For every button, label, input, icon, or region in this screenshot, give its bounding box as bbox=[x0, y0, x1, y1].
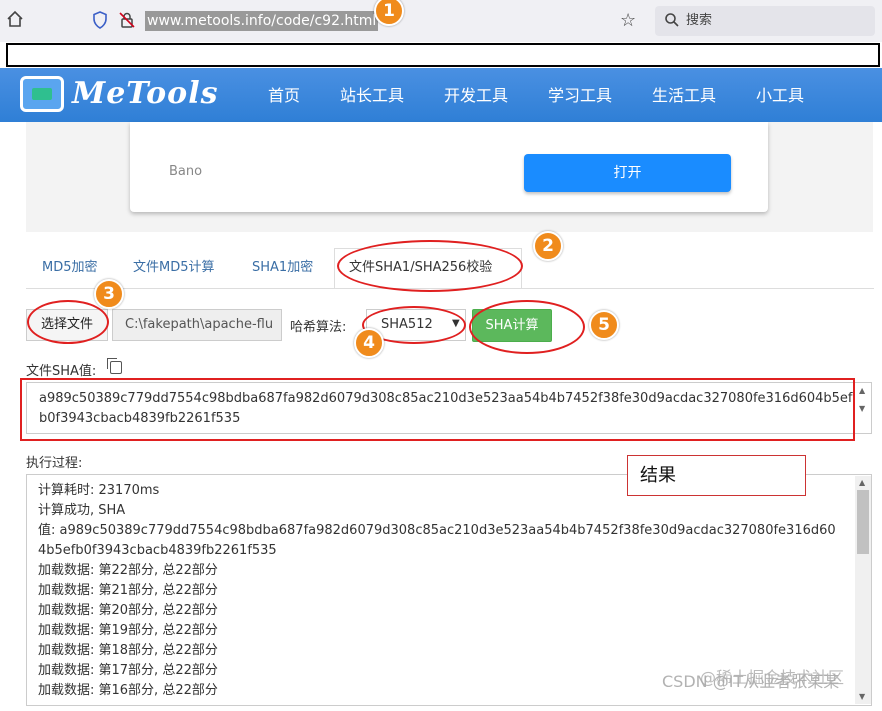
search-placeholder: 搜索 bbox=[686, 13, 713, 28]
sha-scroll-up-arrow-icon[interactable]: ▲ bbox=[859, 386, 865, 395]
log-line: 加载数据: 第20部分, 总22部分 bbox=[38, 603, 218, 618]
log-line: 加载数据: 第19部分, 总22部分 bbox=[38, 623, 218, 638]
annotation-badge: 4 bbox=[354, 328, 384, 358]
annotation-oval-compute bbox=[469, 300, 585, 354]
annotation-oval-tab bbox=[337, 240, 523, 292]
log-scrollbar-thumb[interactable] bbox=[857, 490, 869, 554]
ad-brand: Bano bbox=[169, 164, 203, 179]
ad-open-button[interactable]: 打开 bbox=[524, 154, 731, 192]
annotation-result-label: 结果 bbox=[627, 455, 806, 496]
home-icon[interactable] bbox=[6, 10, 26, 30]
annotation-badge: 2 bbox=[533, 231, 563, 261]
watermark: CSDN @IT从业者张某某 bbox=[662, 672, 840, 691]
nav-item-small-tools[interactable]: 小工具 bbox=[756, 86, 804, 106]
log-line: 加载数据: 第21部分, 总22部分 bbox=[38, 583, 218, 598]
copy-icon[interactable] bbox=[110, 361, 122, 374]
nav-item-study-tools[interactable]: 学习工具 bbox=[548, 86, 612, 106]
nav-item-dev-tools[interactable]: 开发工具 bbox=[444, 86, 508, 106]
nav-item-life-tools[interactable]: 生活工具 bbox=[652, 86, 716, 106]
scroll-up-arrow-icon[interactable]: ▲ bbox=[859, 478, 865, 487]
sha-scroll-down-arrow-icon[interactable]: ▼ bbox=[859, 404, 865, 413]
tab-file-md5[interactable]: 文件MD5计算 bbox=[133, 258, 215, 278]
annotation-badge: 5 bbox=[589, 310, 619, 340]
permission-blocked-icon[interactable] bbox=[118, 11, 136, 33]
shield-icon[interactable] bbox=[92, 11, 108, 33]
search-icon bbox=[664, 12, 680, 32]
tab-md5-encrypt[interactable]: MD5加密 bbox=[42, 258, 98, 278]
annotation-rect-sha bbox=[20, 378, 855, 441]
banner-frame bbox=[6, 43, 880, 67]
file-path-field: C:\fakepath\apache-flu bbox=[112, 309, 282, 341]
tab-sha1-encrypt[interactable]: SHA1加密 bbox=[252, 258, 313, 278]
sha-value-label: 文件SHA值: bbox=[26, 364, 97, 379]
logo-inner-mark bbox=[32, 88, 52, 100]
logo-text[interactable]: MeTools bbox=[72, 76, 218, 112]
annotation-oval-choose bbox=[27, 300, 109, 344]
log-line: 值: a989c50389c779dd7554c98bdba687fa982d6… bbox=[38, 523, 836, 558]
log-line: 加载数据: 第22部分, 总22部分 bbox=[38, 563, 218, 578]
hash-algorithm-label: 哈希算法: bbox=[290, 320, 347, 335]
bookmark-star-icon[interactable]: ☆ bbox=[620, 10, 636, 31]
log-line: 加载数据: 第18部分, 总22部分 bbox=[38, 643, 218, 658]
scroll-down-arrow-icon[interactable]: ▼ bbox=[859, 692, 865, 701]
process-label: 执行过程: bbox=[26, 456, 83, 471]
log-line: 计算成功, SHA bbox=[38, 503, 126, 518]
annotation-badge: 3 bbox=[94, 279, 124, 309]
nav-item-home[interactable]: 首页 bbox=[268, 86, 300, 106]
nav-item-webmaster-tools[interactable]: 站长工具 bbox=[340, 86, 404, 106]
url-text[interactable]: www.metools.info/code/c92.html bbox=[145, 11, 379, 31]
